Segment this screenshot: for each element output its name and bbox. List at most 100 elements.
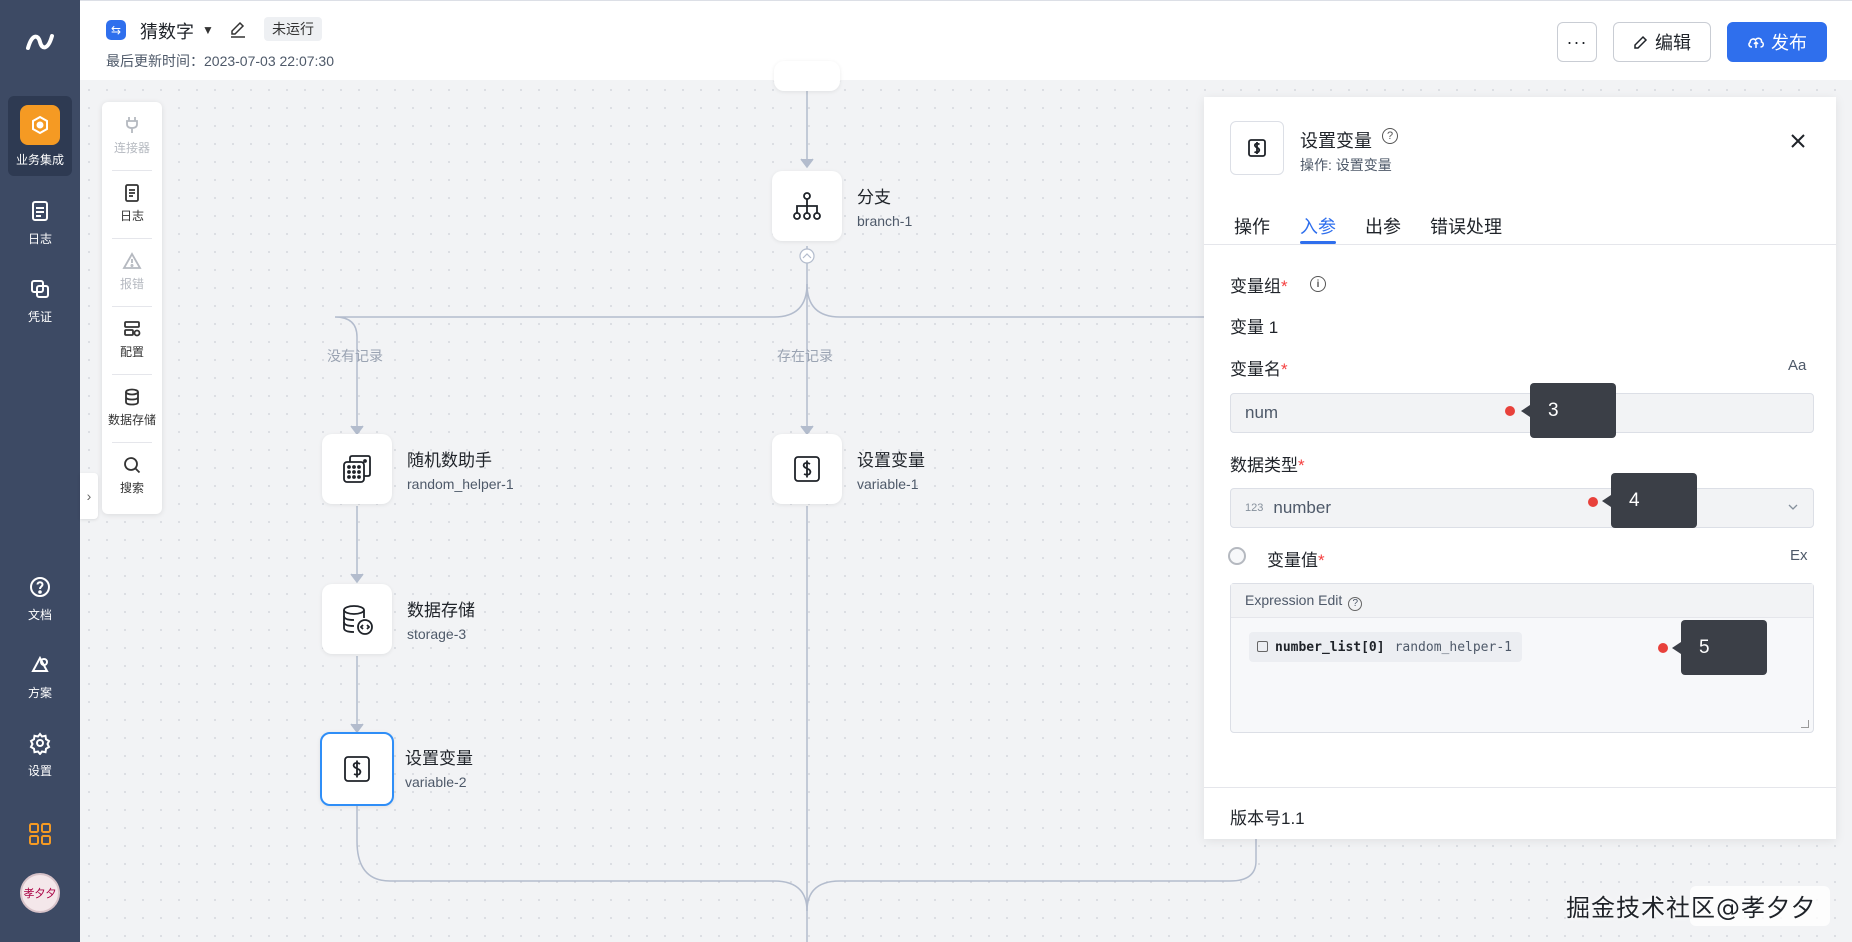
last-updated: 最后更新时间：2023-07-03 22:07:30 [106, 53, 334, 69]
edge-label-no-record: 没有记录 [327, 348, 383, 364]
log-icon [27, 198, 53, 224]
help-icon[interactable]: ? [1348, 596, 1363, 611]
publish-button[interactable]: 发布 [1727, 22, 1827, 62]
copy-icon [1257, 641, 1268, 652]
marker-dot [1505, 406, 1515, 416]
flow-node-previous[interactable] [774, 61, 840, 91]
warning-icon [122, 251, 142, 269]
avatar[interactable]: 孝夕夕 [20, 873, 60, 913]
node-title: 数据存储 [407, 601, 475, 620]
panel-tabs: 操作 入参 出参 错误处理 [1204, 205, 1836, 245]
nav-item-docs[interactable]: 文档 [8, 558, 72, 638]
gear-icon [27, 730, 53, 756]
search-icon [124, 456, 141, 473]
credential-icon [27, 276, 53, 302]
tool-search[interactable]: 搜索 [102, 442, 162, 508]
tab-operation[interactable]: 操作 [1234, 213, 1270, 239]
edit-button[interactable]: 编辑 [1613, 22, 1711, 62]
edit-button-label: 编辑 [1655, 33, 1691, 53]
publish-button-label: 发布 [1771, 33, 1807, 53]
variable-name-label: 变量名* [1230, 360, 1288, 379]
close-icon[interactable] [1786, 129, 1810, 153]
tool-label: 数据存储 [107, 412, 156, 427]
config-icon [124, 320, 141, 336]
annotation-callout-5: 5 [1672, 620, 1767, 675]
data-type-select[interactable]: 123 number [1230, 488, 1814, 528]
nav-item-log[interactable]: 日志 [8, 182, 72, 262]
nav-item-label: 日志 [27, 231, 52, 246]
annotation-callout-3: 3 [1521, 383, 1616, 438]
solution-icon [27, 652, 53, 678]
nav-item-label: 凭证 [27, 309, 52, 324]
tool-data-storage[interactable]: 数据存储 [102, 374, 162, 440]
nav-item-settings[interactable]: 设置 [8, 714, 72, 794]
apps-grid-icon[interactable] [28, 822, 52, 846]
chevron-right-icon: › [86, 488, 92, 504]
node-title: 分支 [857, 188, 891, 207]
dollar-variable-icon [344, 756, 370, 782]
tool-label: 配置 [119, 344, 144, 359]
node-id: branch-1 [857, 213, 913, 229]
panel-title: 设置变量 [1300, 131, 1372, 151]
data-type-value: number [1273, 498, 1331, 517]
tab-output-params[interactable]: 出参 [1365, 213, 1401, 239]
dollar-variable-icon [1248, 139, 1266, 157]
more-button[interactable]: ··· [1557, 22, 1597, 62]
expand-panel-toggle[interactable]: › [80, 473, 98, 519]
node-id: storage-3 [407, 626, 467, 642]
nav-item-solution[interactable]: 方案 [8, 636, 72, 716]
rename-pencil-icon[interactable] [228, 19, 248, 39]
help-icon [27, 574, 53, 600]
tool-error[interactable]: 报错 [102, 238, 162, 304]
database-icon [125, 388, 139, 405]
resize-handle-icon[interactable] [1801, 720, 1809, 728]
panel-node-icon-box [1230, 121, 1284, 175]
tool-log[interactable]: 日志 [102, 170, 162, 236]
tool-label: 报错 [119, 276, 144, 291]
text-type-icon[interactable]: Aa [1788, 357, 1806, 374]
edge-label-has-record: 存在记录 [777, 348, 833, 364]
branch-icon [793, 192, 821, 220]
dice-icon [343, 455, 371, 483]
tab-error-handling[interactable]: 错误处理 [1430, 213, 1502, 239]
nav-item-integration[interactable]: 业务集成 [8, 96, 72, 176]
help-icon[interactable]: ? [1382, 128, 1398, 144]
expression-editor-header: Expression Edit? [1231, 584, 1813, 618]
nav-item-label: 业务集成 [15, 152, 64, 167]
node-icon-box [772, 434, 842, 504]
variable-value-label: 变量值* [1267, 551, 1325, 570]
nav-item-credential[interactable]: 凭证 [8, 260, 72, 340]
expression-mode-icon[interactable]: Ex [1790, 547, 1808, 564]
version-label: 版本号1.1 [1230, 809, 1305, 828]
node-icon-box [322, 584, 392, 654]
expression-token[interactable]: number_list[0] random_helper-1 [1249, 632, 1522, 662]
tool-config[interactable]: 配置 [102, 306, 162, 372]
nav-item-label: 设置 [27, 763, 52, 778]
variable-value-radio[interactable] [1228, 547, 1246, 565]
nav-item-label: 文档 [27, 607, 52, 622]
status-badge: 未运行 [264, 17, 322, 41]
token-path: number_list[0] [1275, 639, 1385, 655]
node-icon-box-selected [320, 732, 394, 806]
node-icon-box [322, 434, 392, 504]
tab-input-params[interactable]: 入参 [1300, 213, 1336, 239]
variable-group-item: 变量 1 [1230, 318, 1279, 337]
cloud-upload-icon [1748, 37, 1764, 48]
workflow-icon: ⇆ [106, 20, 126, 40]
app-logo-icon[interactable] [24, 26, 56, 58]
node-title: 随机数助手 [407, 451, 492, 470]
integration-icon [20, 104, 60, 145]
tool-connector[interactable]: 连接器 [102, 102, 162, 168]
chevron-down-icon [1788, 504, 1798, 510]
info-icon[interactable]: i [1310, 276, 1326, 292]
node-title: 设置变量 [405, 749, 473, 768]
plug-icon [126, 116, 138, 133]
workflow-title[interactable]: 猜数字 [140, 18, 194, 44]
node-config-panel: 设置变量 ? 操作: 设置变量 操作 入参 出参 错误处理 变量组* i 变量 … [1204, 97, 1836, 839]
tool-label: 搜索 [119, 480, 144, 495]
node-title: 设置变量 [857, 451, 925, 470]
node-id: variable-2 [405, 774, 467, 790]
chevron-down-icon[interactable]: ▼ [202, 23, 214, 37]
panel-subtitle: 操作: 设置变量 [1300, 157, 1392, 173]
database-code-icon [343, 605, 373, 635]
